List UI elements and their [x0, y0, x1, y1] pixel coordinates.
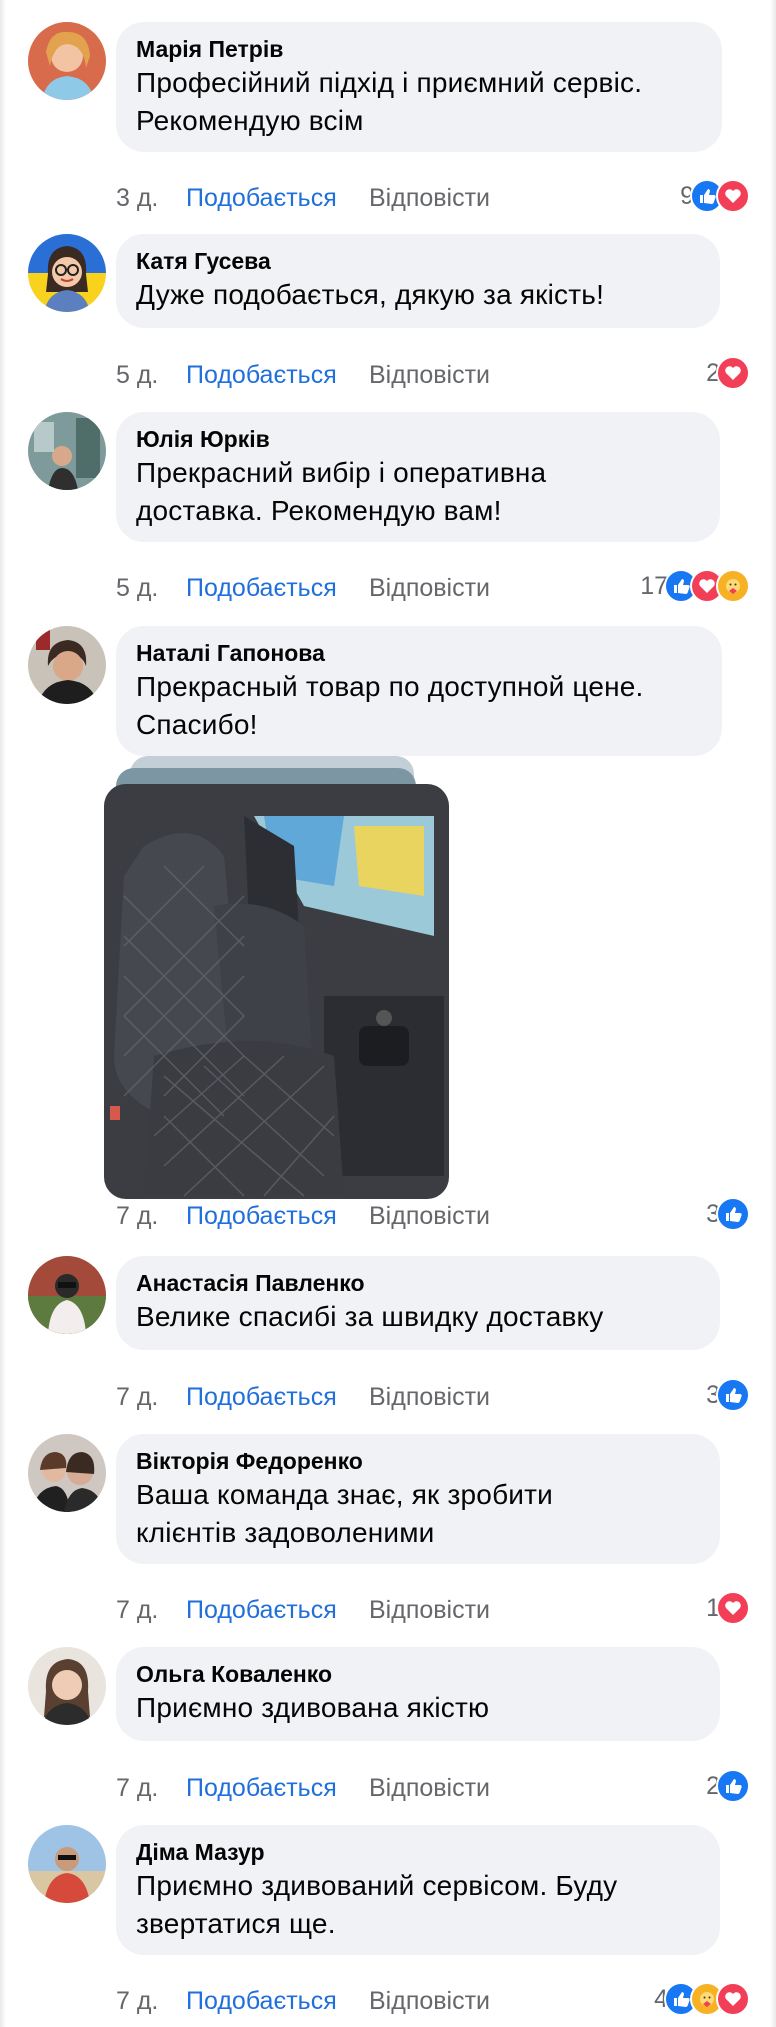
comment-time[interactable]: 3 д. [116, 183, 158, 213]
comment-text-line: Прекрасний вибір і оперативна [136, 457, 547, 488]
page-edge-right [770, 0, 776, 2027]
comment-text-line: клієнтів задоволеними [136, 1517, 435, 1548]
comment-author[interactable]: Вікторія Федоренко [136, 1446, 698, 1476]
comment-time[interactable]: 7 д. [116, 1595, 158, 1625]
comment-bubble: Марія Петрів Професійний підхід і приємн… [116, 22, 722, 152]
love-icon [716, 1591, 750, 1625]
comment-author[interactable]: Наталі Гапонова [136, 638, 700, 668]
love-icon [716, 179, 750, 213]
comment-bubble: Діма Мазур Приємно здивований сервісом. … [116, 1825, 720, 1955]
like-icon [716, 1769, 750, 1803]
comment-author[interactable]: Діма Мазур [136, 1837, 698, 1867]
comment-text-line: звертатися ще. [136, 1908, 336, 1939]
reaction-summary[interactable]: 4 [654, 1982, 750, 2016]
reaction-summary[interactable]: 1 [706, 1591, 750, 1625]
reply-button[interactable]: Відповісти [369, 1382, 490, 1412]
reply-button[interactable]: Відповісти [369, 1595, 490, 1625]
like-icon [716, 1378, 750, 1412]
comment-author[interactable]: Катя Гусева [136, 246, 698, 276]
comment-bubble: Юлія Юрків Прекрасний вибір і оперативна… [116, 412, 720, 542]
avatar[interactable] [28, 234, 106, 312]
care-icon [716, 569, 750, 603]
comment-author[interactable]: Юлія Юрків [136, 424, 698, 454]
comment-text-line: Приємно здивований сервісом. Буду [136, 1870, 618, 1901]
avatar[interactable] [28, 626, 106, 704]
avatar[interactable] [28, 1256, 106, 1334]
comment-text-line: Велике спасибі за швидку доставку [136, 1301, 604, 1332]
love-icon [716, 356, 750, 390]
like-button[interactable]: Подобається [186, 183, 337, 213]
reaction-summary[interactable]: 3 [706, 1378, 750, 1412]
comment-time[interactable]: 7 д. [116, 1201, 158, 1231]
reaction-summary[interactable]: 3 [706, 1197, 750, 1231]
reaction-summary[interactable]: 2 [706, 1769, 750, 1803]
reply-button[interactable]: Відповісти [369, 1986, 490, 2016]
like-button[interactable]: Подобається [186, 1595, 337, 1625]
love-icon [716, 1982, 750, 2016]
avatar[interactable] [28, 412, 106, 490]
avatar[interactable] [28, 1647, 106, 1725]
like-button[interactable]: Подобається [186, 573, 337, 603]
comment-author[interactable]: Марія Петрів [136, 34, 700, 64]
like-button[interactable]: Подобається [186, 360, 337, 390]
comment-text-line: Ваша команда знає, як зробити [136, 1479, 554, 1510]
avatar[interactable] [28, 1825, 106, 1903]
comment-bubble: Вікторія Федоренко Ваша команда знає, як… [116, 1434, 720, 1564]
reply-button[interactable]: Відповісти [369, 573, 490, 603]
comment-bubble: Анастасія Павленко Велике спасибі за шви… [116, 1256, 720, 1350]
comment-time[interactable]: 7 д. [116, 1986, 158, 2016]
like-button[interactable]: Подобається [186, 1986, 337, 2016]
comment-author[interactable]: Анастасія Павленко [136, 1268, 698, 1298]
comment-text-line: Дуже подобається, дякую за якість! [136, 279, 605, 310]
comment-text-line: доставка. Рекомендую вам! [136, 495, 502, 526]
reaction-summary[interactable]: 17 [640, 569, 750, 603]
comment-time[interactable]: 5 д. [116, 360, 158, 390]
comment-photo[interactable] [104, 756, 454, 1206]
reaction-summary[interactable]: 2 [706, 356, 750, 390]
comment-text-line: Рекомендую всім [136, 105, 364, 136]
comment-bubble: Катя Гусева Дуже подобається, дякую за я… [116, 234, 720, 328]
like-button[interactable]: Подобається [186, 1201, 337, 1231]
comment-text-line: Спасибо! [136, 709, 258, 740]
comment-author[interactable]: Ольга Коваленко [136, 1659, 698, 1689]
avatar[interactable] [28, 1434, 106, 1512]
comment-time[interactable]: 5 д. [116, 573, 158, 603]
avatar[interactable] [28, 22, 106, 100]
like-button[interactable]: Подобається [186, 1382, 337, 1412]
comment-bubble: Ольга Коваленко Приємно здивована якістю [116, 1647, 720, 1741]
comment-time[interactable]: 7 д. [116, 1773, 158, 1803]
comment-time[interactable]: 7 д. [116, 1382, 158, 1412]
comment-text-line: Професійний підхід і приємний сервіс. [136, 67, 643, 98]
like-button[interactable]: Подобається [186, 1773, 337, 1803]
page-edge-left [0, 0, 6, 2027]
reply-button[interactable]: Відповісти [369, 1773, 490, 1803]
reply-button[interactable]: Відповісти [369, 360, 490, 390]
comment-text-line: Прекрасный товар по доступной цене. [136, 671, 644, 702]
comment-bubble: Наталі Гапонова Прекрасный товар по дост… [116, 626, 722, 756]
reply-button[interactable]: Відповісти [369, 183, 490, 213]
reply-button[interactable]: Відповісти [369, 1201, 490, 1231]
comment-text-line: Приємно здивована якістю [136, 1692, 490, 1723]
like-icon [716, 1197, 750, 1231]
reaction-summary[interactable]: 9 [680, 179, 750, 213]
